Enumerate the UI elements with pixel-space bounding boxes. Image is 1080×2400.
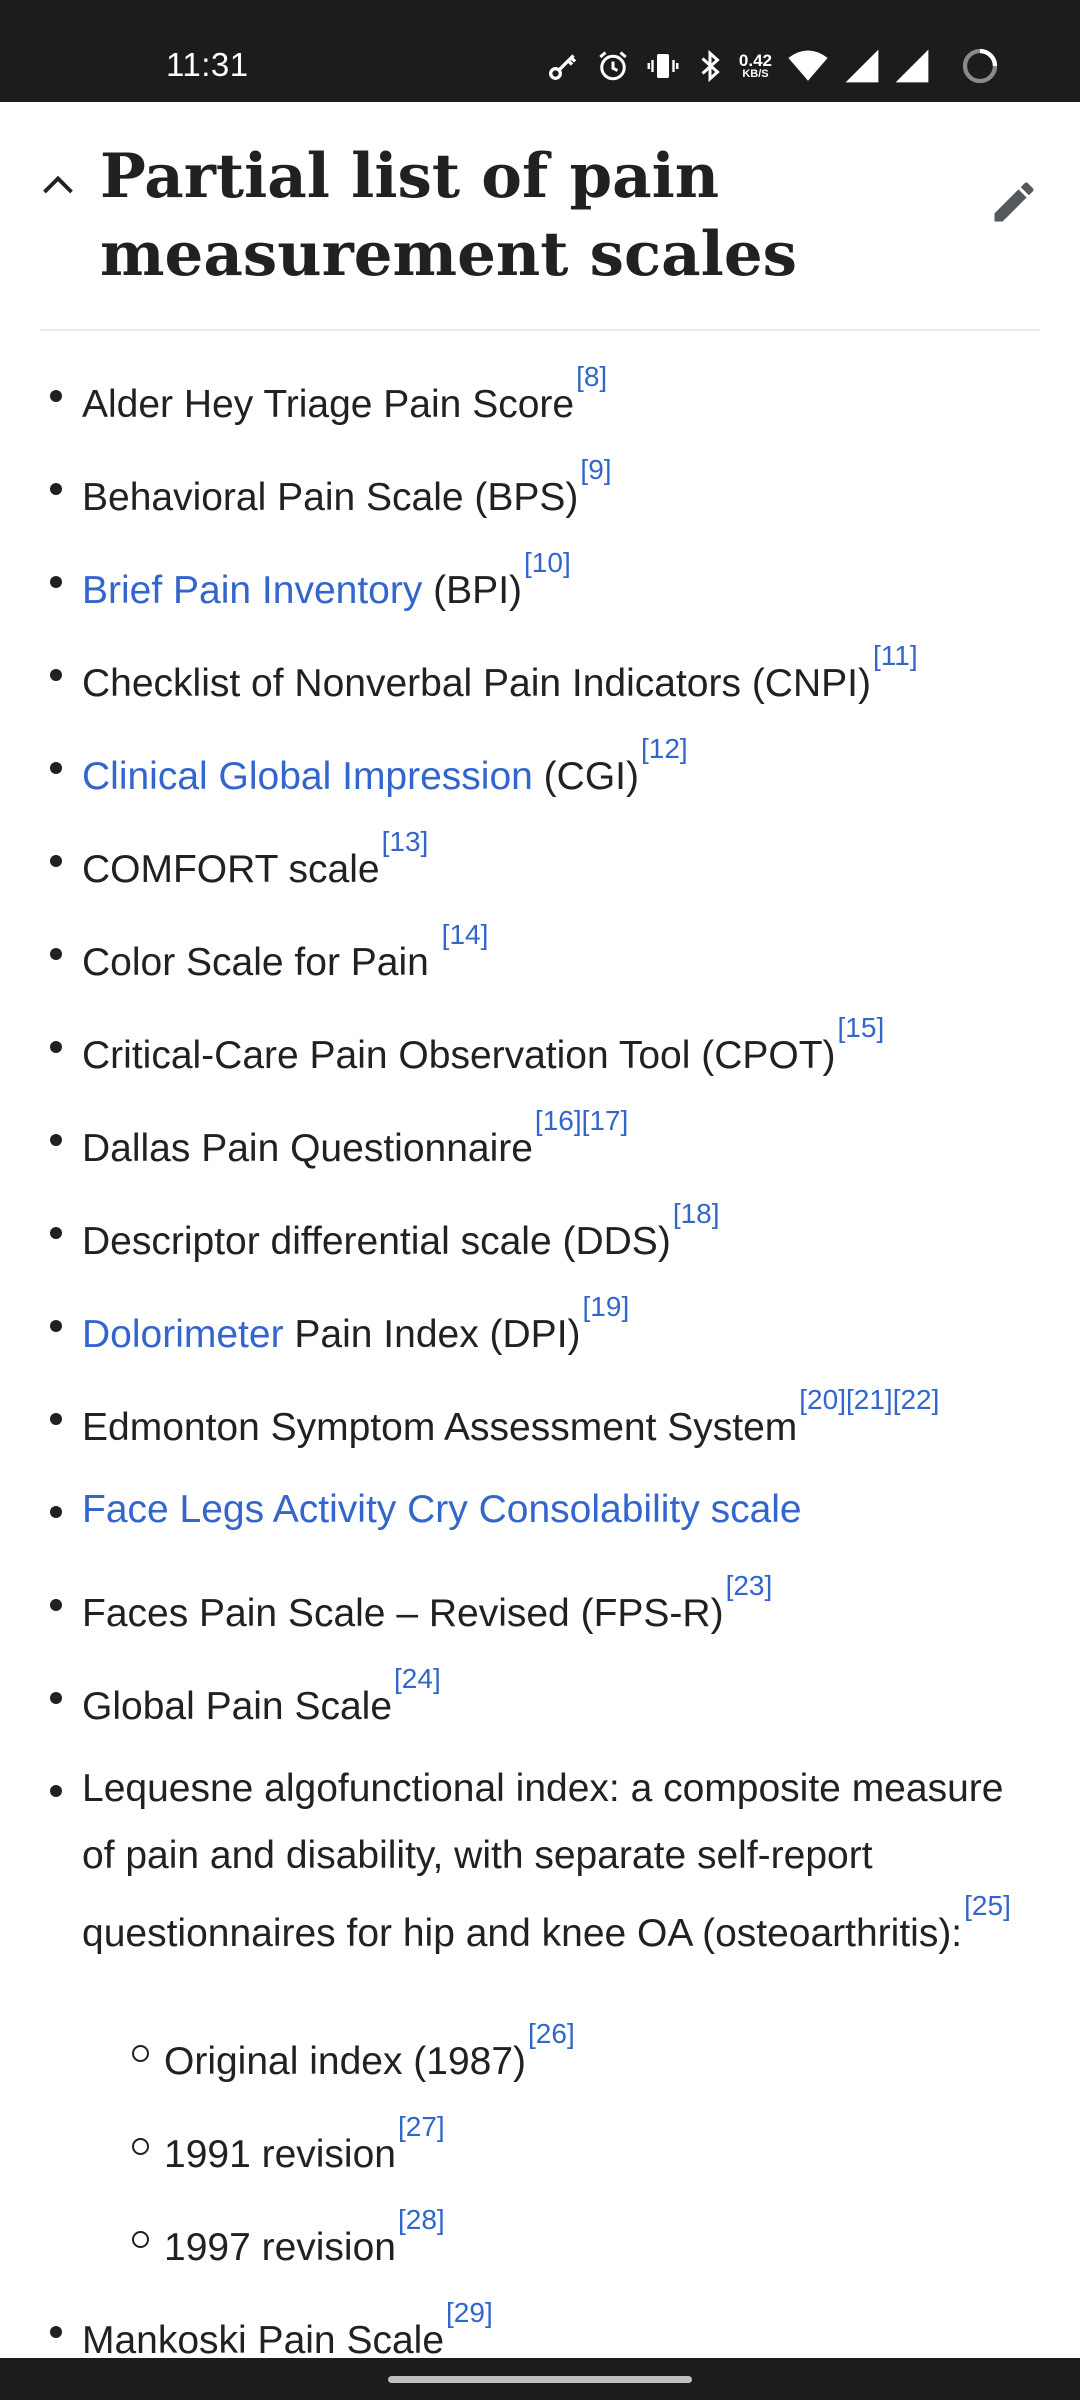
status-bar: 11:31 0.42 KB/S — [0, 0, 1080, 102]
item-text: Color Scale for Pain — [82, 941, 440, 984]
citation-link[interactable]: [19] — [583, 1291, 630, 1322]
citation-link[interactable]: [25] — [964, 1890, 1011, 1921]
item-text: 1991 revision — [164, 2133, 396, 2176]
vibrate-icon — [645, 48, 681, 84]
citation-link[interactable]: [9] — [580, 454, 611, 485]
home-gesture-handle[interactable] — [388, 2376, 692, 2383]
section-divider — [40, 329, 1040, 331]
item-text: Dallas Pain Questionnaire — [82, 1127, 533, 1170]
item-text: Mankoski Pain Scale — [82, 2319, 445, 2358]
list-item: Color Scale for Pain [14] — [50, 918, 1022, 996]
item-text: (BPI) — [422, 569, 523, 612]
item-text: Pain Index (DPI) — [283, 1313, 581, 1356]
signal-icon — [894, 48, 930, 84]
list-item: Global Pain Scale[24] — [50, 1662, 1022, 1740]
item-text: Lequesne algofunctional index: a composi… — [82, 1767, 1004, 1955]
article-link[interactable]: Face Legs Activity Cry Consolability sca… — [82, 1488, 802, 1531]
net-speed-indicator: 0.42 KB/S — [739, 52, 772, 80]
article-content: Partial list of pain measurement scales … — [0, 102, 1080, 2358]
list-item: Dolorimeter Pain Index (DPI)[19] — [50, 1290, 1022, 1368]
list-item: Face Legs Activity Cry Consolability sca… — [50, 1476, 1022, 1543]
chevron-up-icon[interactable] — [40, 168, 76, 204]
item-text: 1997 revision — [164, 2226, 396, 2269]
citation-link[interactable]: [14] — [442, 919, 489, 950]
citation-link[interactable]: [18] — [673, 1198, 720, 1229]
sub-list-item: Original index (1987)[26] — [132, 2017, 1080, 2095]
citation-link[interactable]: [26] — [528, 2018, 575, 2049]
list-item: Descriptor differential scale (DDS)[18] — [50, 1197, 1022, 1275]
article-link[interactable]: Clinical Global Impression — [82, 755, 533, 798]
citation-link[interactable]: [20][21][22] — [799, 1384, 939, 1415]
citation-link[interactable]: [11] — [873, 640, 918, 671]
net-speed-unit: KB/S — [742, 68, 769, 80]
citation-link[interactable]: [12] — [641, 733, 688, 764]
item-text: Behavioral Pain Scale (BPS) — [82, 476, 579, 519]
citation-link[interactable]: [16][17] — [535, 1105, 628, 1136]
citation-link[interactable]: [13] — [382, 826, 429, 857]
list-item: Lequesne algofunctional index: a composi… — [50, 1755, 1022, 1967]
navigation-bar — [0, 2358, 1080, 2400]
edit-pencil-icon[interactable] — [988, 176, 1040, 228]
citation-link[interactable]: [28] — [398, 2204, 445, 2235]
net-speed-value: 0.42 — [738, 51, 772, 70]
list-item: Edmonton Symptom Assessment System[20][2… — [50, 1383, 1022, 1461]
sub-list-item: 1997 revision[28] — [132, 2203, 1080, 2281]
sub-list-item: 1991 revision[27] — [132, 2110, 1080, 2188]
citation-link[interactable]: [10] — [524, 547, 571, 578]
list-item: Checklist of Nonverbal Pain Indicators (… — [50, 639, 1022, 717]
list-item: Mankoski Pain Scale[29] — [50, 2296, 1022, 2358]
item-text: COMFORT scale — [82, 848, 380, 891]
citation-link[interactable]: [29] — [446, 2297, 493, 2328]
list-item: COMFORT scale[13] — [50, 825, 1022, 903]
section-title: Partial list of pain measurement scales — [100, 141, 797, 290]
item-text: Descriptor differential scale (DDS) — [82, 1220, 671, 1263]
article-link[interactable]: Dolorimeter — [82, 1313, 284, 1356]
section-header[interactable]: Partial list of pain measurement scales — [40, 138, 1040, 330]
loading-icon — [960, 46, 1000, 86]
citation-link[interactable]: [27] — [398, 2111, 445, 2142]
signal-icon — [844, 48, 880, 84]
key-icon — [545, 48, 581, 84]
list-item: Dallas Pain Questionnaire[16][17] — [50, 1104, 1022, 1182]
list-item: Critical-Care Pain Observation Tool (CPO… — [50, 1011, 1022, 1089]
item-text: (CGI) — [532, 755, 639, 798]
item-text: Checklist of Nonverbal Pain Indicators (… — [82, 662, 871, 705]
item-text: Critical-Care Pain Observation Tool (CPO… — [82, 1034, 836, 1077]
item-text: Global Pain Scale — [82, 1685, 393, 1728]
citation-link[interactable]: [23] — [726, 1570, 773, 1601]
item-text: Faces Pain Scale – Revised (FPS-R) — [82, 1592, 724, 1635]
wifi-icon — [786, 48, 830, 84]
citation-link[interactable]: [8] — [576, 361, 607, 392]
item-text: Edmonton Symptom Assessment System — [82, 1406, 798, 1449]
citation-link[interactable]: [15] — [838, 1012, 885, 1043]
list-item: Faces Pain Scale – Revised (FPS-R)[23] — [50, 1569, 1022, 1647]
item-text: Alder Hey Triage Pain Score — [82, 383, 575, 426]
list-item: Clinical Global Impression (CGI)[12] — [50, 732, 1022, 810]
bluetooth-icon — [695, 48, 725, 84]
status-time: 11:31 — [166, 46, 249, 83]
list-item: Alder Hey Triage Pain Score[8] — [50, 360, 1022, 438]
alarm-icon — [595, 48, 631, 84]
item-text: Original index (1987) — [164, 2040, 527, 2083]
citation-link[interactable]: [24] — [394, 1663, 441, 1694]
list-item: Behavioral Pain Scale (BPS)[9] — [50, 453, 1022, 531]
status-icons: 0.42 KB/S — [545, 46, 1000, 86]
list-item: Brief Pain Inventory (BPI)[10] — [50, 546, 1022, 624]
article-link[interactable]: Brief Pain Inventory — [82, 569, 422, 612]
